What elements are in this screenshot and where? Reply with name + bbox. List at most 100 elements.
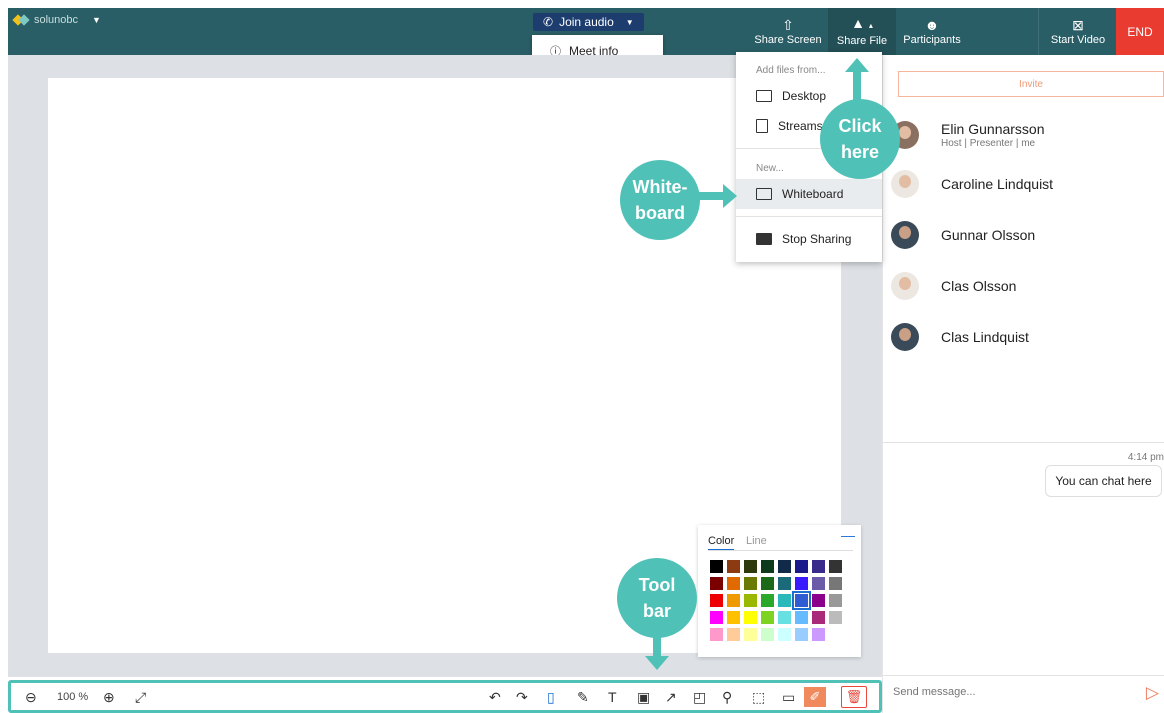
color-swatch[interactable] [795,577,808,590]
color-swatch[interactable] [812,577,825,590]
share-file-label: Share File [836,35,888,47]
color-swatch[interactable] [727,611,740,624]
stop-sharing-option[interactable]: Stop Sharing [736,224,882,254]
color-swatch[interactable] [761,577,774,590]
color-swatch[interactable] [778,560,791,573]
brand-logo-icon [14,14,30,26]
color-swatch[interactable] [795,611,808,624]
color-swatch[interactable] [727,594,740,607]
color-swatch[interactable] [795,628,808,641]
redo-icon[interactable]: ↷ [516,689,528,706]
start-video-label: Start Video [1050,33,1106,46]
image-icon[interactable]: ▣ [637,689,650,706]
participant-role: Host | Presenter | me [941,138,1036,149]
color-swatch[interactable] [829,560,842,573]
color-swatch[interactable] [710,628,723,641]
callout-arrow-down [653,636,661,658]
color-swatch[interactable] [744,577,757,590]
color-swatch[interactable] [829,611,842,624]
chat-message: You can chat here [1045,465,1162,497]
send-message-input[interactable] [893,686,1123,698]
join-audio-button[interactable]: ✆ Join audio ▼ [533,13,644,31]
color-swatch[interactable] [744,594,757,607]
color-swatch [829,628,842,641]
arrow-icon[interactable]: ↗ [665,689,677,706]
whiteboard-icon [756,188,772,200]
color-swatch[interactable] [761,611,774,624]
pen-icon[interactable]: ✎ [577,689,589,706]
share-screen-button[interactable]: ⇧ Share Screen [748,8,828,55]
join-audio-label: Join audio [559,15,614,29]
participant-name: Clas Olsson [941,278,1017,294]
color-swatch[interactable] [727,577,740,590]
color-swatch[interactable] [812,628,825,641]
color-swatch[interactable] [829,594,842,607]
eraser-icon[interactable]: ✐ [804,687,826,707]
color-swatch[interactable] [710,611,723,624]
menu-divider [736,216,882,217]
brand-logo[interactable]: solunobc ▼ [14,14,101,26]
share-screen-icon: ⇧ [782,16,794,33]
color-swatch[interactable] [744,611,757,624]
zoom-in-icon[interactable]: ⊕ [103,689,115,706]
highlighter-icon[interactable]: ▭ [782,689,795,706]
participant-item[interactable]: Elin Gunnarsson Host | Presenter | me [891,115,1161,155]
whiteboard-option[interactable]: Whiteboard [736,179,882,209]
color-swatch[interactable] [727,628,740,641]
color-swatch[interactable] [778,577,791,590]
color-swatch[interactable] [744,628,757,641]
color-swatch[interactable] [710,560,723,573]
streams-label: Streams [778,119,823,133]
end-button[interactable]: END [1116,8,1164,55]
color-swatch[interactable] [744,560,757,573]
text-icon[interactable]: T [608,689,617,705]
participant-item[interactable]: Clas Lindquist [891,317,1161,357]
invite-button[interactable]: Invite [898,71,1164,97]
shapes-icon[interactable]: ◰ [693,689,706,706]
participants-button[interactable]: ☻ Participants [896,8,968,55]
participant-item[interactable]: Gunnar Olsson [891,215,1161,255]
participant-name: Caroline Lindquist [941,176,1054,192]
whiteboard-callout: White- board [620,160,700,240]
color-swatch[interactable] [812,594,825,607]
color-swatch[interactable] [778,611,791,624]
color-swatch[interactable] [727,560,740,573]
color-swatch[interactable] [761,560,774,573]
color-swatch[interactable] [812,560,825,573]
marker-icon[interactable]: ▯ [547,689,555,706]
zoom-out-icon[interactable]: ⊖ [25,689,37,706]
select-icon[interactable]: ⬚ [752,689,765,706]
start-video-button[interactable]: ⊠ Start Video [1040,8,1116,55]
toolbar-callout: Tool bar [617,558,697,638]
tab-line[interactable]: Line [746,535,767,547]
trash-icon[interactable]: 🗑 [841,686,867,708]
participant-item[interactable]: Clas Olsson [891,266,1161,306]
color-swatch[interactable] [812,611,825,624]
send-icon[interactable]: ▷ [1146,683,1159,703]
color-swatch[interactable] [778,594,791,607]
color-swatch[interactable] [778,628,791,641]
callout-text: Click [838,116,882,136]
undo-icon[interactable]: ↶ [489,689,501,706]
avatar [891,272,919,300]
color-swatch[interactable] [795,560,808,573]
color-swatch[interactable] [829,577,842,590]
participants-label: Participants [903,33,961,46]
avatar [891,170,919,198]
tab-color[interactable]: Color [708,535,735,551]
minimize-icon[interactable]: — [841,527,855,543]
color-swatch[interactable] [761,594,774,607]
fit-screen-icon[interactable]: ⤢ [135,689,146,706]
pointer-icon[interactable]: ⚲ [722,689,732,706]
avatar [891,323,919,351]
participant-item[interactable]: Caroline Lindquist [891,164,1161,204]
color-swatch[interactable] [710,594,723,607]
color-swatch[interactable] [710,577,723,590]
color-swatch[interactable] [761,628,774,641]
new-header: New... [756,163,784,174]
whiteboard-label: Whiteboard [782,187,844,201]
color-swatch[interactable] [792,591,811,610]
brand-name: solunobc [34,14,79,26]
share-file-button[interactable]: ▲ ▴ Share File [828,8,896,55]
color-picker: Color Line — [698,525,861,657]
